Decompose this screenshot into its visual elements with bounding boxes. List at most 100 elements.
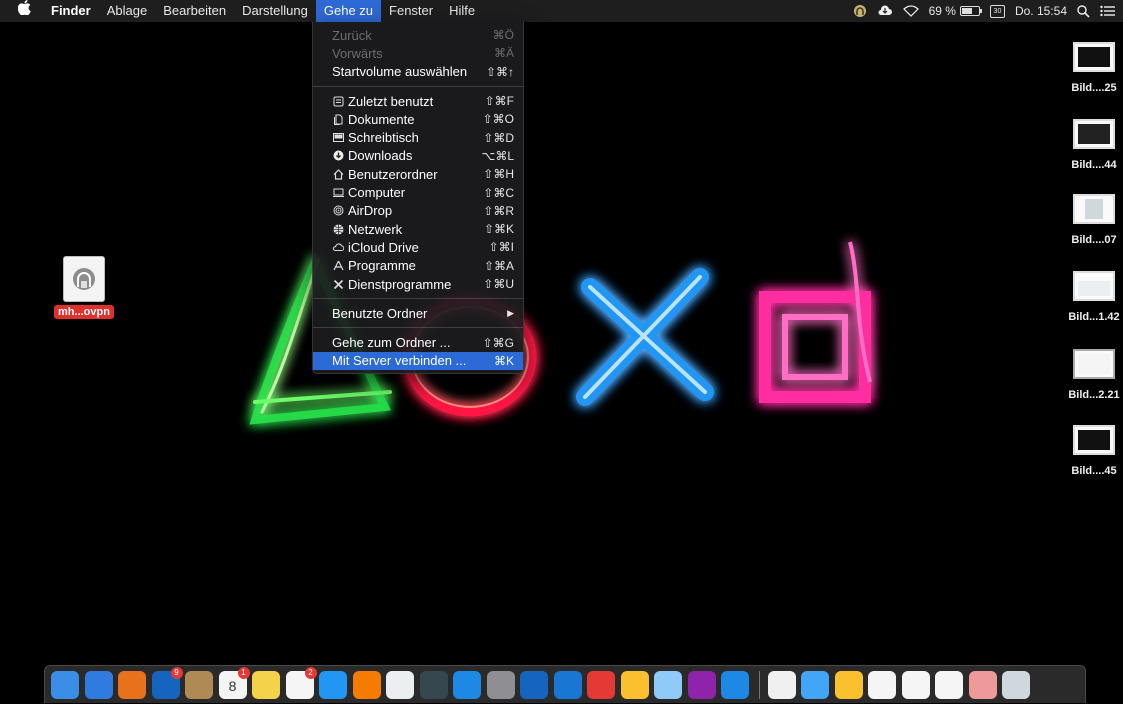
spotlight-icon[interactable] — [1077, 4, 1090, 18]
shortcut: ⇧⌘F — [484, 94, 514, 109]
menu-fenster[interactable]: Fenster — [381, 0, 441, 22]
go-menu-dropdown: Zurück ⌘Ö Vorwärts ⌘Ä Startvolume auswäh… — [312, 22, 524, 375]
shortcut: ⇧⌘H — [483, 167, 514, 182]
desktop-screenshot-1[interactable]: Bild....25 — [1059, 42, 1123, 94]
desktop-file-ovpn[interactable]: mh...ovpn — [49, 256, 119, 320]
submenu-arrow-icon: ▶ — [507, 307, 514, 318]
battery-percent: 69 % — [928, 4, 956, 18]
shortcut: ⇧⌘I — [488, 240, 514, 255]
notification-center-icon[interactable] — [1100, 5, 1115, 17]
system-preferences-icon[interactable] — [486, 670, 515, 699]
menu-item-utilities[interactable]: Dienstprogramme ⇧⌘U — [313, 275, 523, 293]
menu-ablage[interactable]: Ablage — [99, 0, 155, 22]
fl-studio-icon[interactable] — [352, 670, 381, 699]
menu-darstellung[interactable]: Darstellung — [234, 0, 316, 22]
calendar-icon[interactable]: 81 — [218, 666, 250, 699]
menu-item-label: Schreibtisch — [348, 130, 419, 146]
menu-item-connect-to-server[interactable]: Mit Server verbinden ... ⌘K — [313, 351, 523, 371]
dock-icon-text: 8 — [228, 677, 237, 694]
menu-item-network[interactable]: Netzwerk ⇧⌘K — [313, 220, 523, 238]
documents-icon — [332, 113, 344, 125]
home-folder-icon[interactable] — [767, 670, 796, 699]
cyberduck-icon[interactable] — [620, 670, 649, 699]
menu-item-label: Mit Server verbinden ... — [332, 353, 467, 369]
shortcut: ⌥⌘L — [481, 148, 514, 163]
folder-icon[interactable] — [801, 670, 829, 699]
clock[interactable]: Do. 15:54 — [1015, 4, 1067, 18]
screenshot-stack-icon[interactable] — [935, 670, 963, 699]
firefox-icon[interactable] — [118, 670, 146, 699]
menu-item-label: Zurück — [332, 27, 372, 43]
desktop-screenshot-6[interactable]: Bild....45 — [1059, 425, 1123, 477]
shortcut: ⇧⌘A — [483, 258, 514, 273]
menu-item-airdrop[interactable]: AirDrop ⇧⌘R — [313, 202, 523, 220]
wifi-icon[interactable] — [902, 5, 919, 17]
virtualbox-icon[interactable] — [453, 670, 481, 699]
menu-hilfe[interactable]: Hilfe — [441, 0, 483, 22]
menu-separator — [313, 298, 523, 300]
menu-item-label: Gehe zum Ordner ... — [332, 335, 451, 351]
wallpaper-cross — [576, 268, 714, 406]
desktop-screenshot-5[interactable]: Bild...2.21 — [1059, 349, 1123, 401]
document-stack-icon[interactable] — [868, 670, 896, 699]
vpn-tunnel-icon[interactable] — [853, 4, 867, 18]
utilities-icon — [332, 278, 344, 290]
menu-item-recent-folders[interactable]: Benutzte Ordner ▶ — [313, 304, 523, 322]
menu-item-home[interactable]: Benutzerordner ⇧⌘H — [313, 165, 523, 183]
outlook-icon[interactable]: 9 — [151, 666, 183, 699]
trash-icon[interactable] — [1002, 670, 1030, 699]
menu-item-downloads[interactable]: Downloads ⌥⌘L — [313, 147, 523, 165]
cyberduck-stack-icon[interactable] — [834, 670, 863, 699]
desktop-screenshot-3[interactable]: Bild....07 — [1059, 194, 1123, 246]
cloud-sync-icon[interactable] — [877, 4, 893, 18]
desktop-file-label: mh...ovpn — [54, 305, 114, 319]
desktop-screenshot-4[interactable]: Bild...1.42 — [1059, 271, 1123, 323]
menu-item-computer[interactable]: Computer ⇧⌘C — [313, 183, 523, 201]
safari-icon[interactable] — [84, 670, 113, 699]
keychain-icon[interactable] — [654, 670, 682, 699]
shortcut: ⇧⌘K — [483, 222, 514, 237]
shortcut: ⌘Ö — [492, 28, 514, 43]
desktop-file-label: Bild....44 — [1071, 159, 1117, 171]
menu-item-desktop[interactable]: Schreibtisch ⇧⌘D — [313, 128, 523, 146]
menu-item-startup-volume[interactable]: Startvolume auswählen ⇧⌘↑ — [313, 63, 523, 81]
finder-icon[interactable] — [51, 670, 79, 699]
menu-item-icloud[interactable]: iCloud Drive ⇧⌘I — [313, 238, 523, 256]
app-store-icon[interactable] — [319, 670, 347, 699]
desktop-file-label: Bild....25 — [1071, 82, 1117, 94]
recents-icon — [332, 95, 344, 107]
menu-item-label: Benutzerordner — [348, 166, 438, 182]
ovpn-file-icon — [63, 256, 105, 302]
menu-gehe-zu[interactable]: Gehe zu — [315, 0, 382, 22]
image-stack-icon[interactable] — [968, 670, 997, 699]
pdf-stack-icon[interactable] — [901, 670, 930, 699]
apple-menu-icon[interactable] — [0, 0, 43, 22]
contacts-icon[interactable] — [185, 670, 213, 699]
menu-bearbeiten[interactable]: Bearbeiten — [155, 0, 234, 22]
network-icon — [332, 223, 344, 235]
wireshark-icon[interactable] — [520, 670, 548, 699]
inkscape-icon[interactable] — [419, 670, 448, 699]
battery-status[interactable]: 69 % — [928, 4, 982, 18]
menu-item-back: Zurück ⌘Ö — [313, 26, 523, 44]
status-area: 69 % 30 Do. 15:54 — [843, 0, 1115, 22]
notes-icon[interactable] — [252, 670, 280, 699]
sourcetree-icon[interactable] — [386, 670, 414, 699]
vscode-icon[interactable] — [553, 670, 582, 699]
menu-item-applications[interactable]: Programme ⇧⌘A — [313, 257, 523, 275]
menu-item-go-to-folder[interactable]: Gehe zum Ordner ... ⇧⌘G — [313, 333, 523, 351]
menu-app-name[interactable]: Finder — [43, 0, 99, 22]
computer-icon — [332, 187, 344, 199]
desktop-screenshot-2[interactable]: Bild....44 — [1059, 119, 1123, 171]
downloads-icon — [332, 150, 344, 162]
menu-item-recents[interactable]: Zuletzt benutzt ⇧⌘F — [313, 92, 523, 110]
affinity-designer-icon[interactable] — [721, 670, 749, 699]
menu-item-label: Programme — [348, 258, 416, 274]
remote-desktop-icon[interactable] — [587, 670, 615, 699]
desktop-file-label: Bild...1.42 — [1068, 311, 1120, 323]
calendar-icon[interactable]: 30 — [989, 4, 1005, 18]
menu-item-documents[interactable]: Dokumente ⇧⌘O — [313, 110, 523, 128]
reminders-icon[interactable]: 2 — [285, 666, 317, 699]
menu-item-forward: Vorwärts ⌘Ä — [313, 44, 523, 62]
affinity-photo-icon[interactable] — [687, 670, 716, 699]
